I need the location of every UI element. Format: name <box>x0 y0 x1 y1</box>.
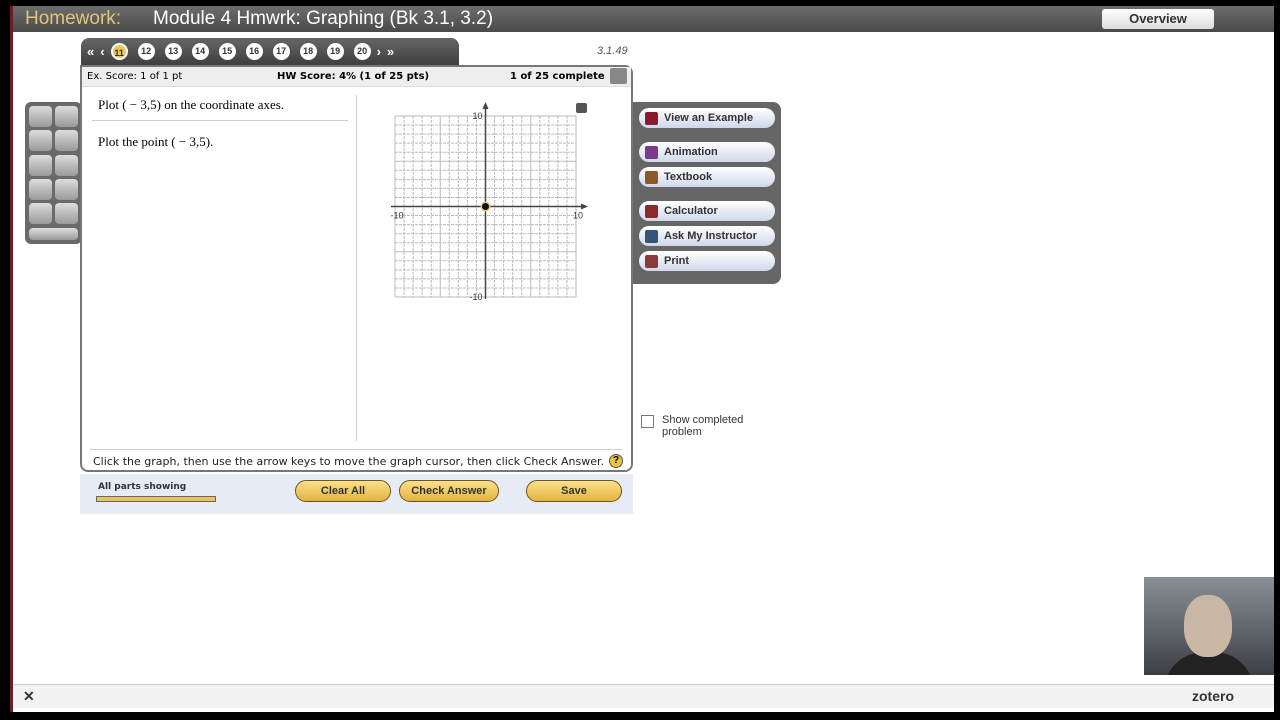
tool-button[interactable] <box>29 203 52 225</box>
tool-print-button[interactable]: Print <box>639 251 775 271</box>
coordinate-graph[interactable]: -10 10 10 -10 <box>380 96 595 301</box>
animation-icon <box>645 145 658 159</box>
clear-all-button[interactable]: Clear All <box>295 480 391 502</box>
tool-ask-my-instructor-button[interactable]: Ask My Instructor <box>639 226 775 246</box>
presenter-face <box>1184 595 1232 657</box>
title-bar: Homework: Module 4 Hmwrk: Graphing (Bk 3… <box>13 6 1274 32</box>
question-19-button[interactable]: 19 <box>326 43 344 60</box>
tool-label: Ask My Instructor <box>664 230 757 242</box>
score-bar: Ex. Score: 1 of 1 pt HW Score: 4% (1 of … <box>82 67 631 87</box>
tools-panel: View an Example Animation Textbook Calculat… <box>633 102 781 284</box>
y-axis-arrow <box>482 102 489 109</box>
tool-button[interactable] <box>29 154 52 176</box>
next-question-button[interactable]: › <box>377 44 381 59</box>
tool-button[interactable] <box>29 106 52 127</box>
tool-label: View an Example <box>664 112 754 124</box>
graph-cursor-point <box>482 203 489 210</box>
tool-button[interactable] <box>55 154 78 176</box>
last-question-button[interactable]: » <box>387 44 394 59</box>
close-icon[interactable]: ✕ <box>23 688 35 705</box>
section-label: Homework: <box>25 8 122 29</box>
question-15-button[interactable]: 15 <box>218 43 236 60</box>
left-toolbar <box>25 102 82 244</box>
webcam-video <box>1144 577 1274 675</box>
tool-button[interactable] <box>55 106 78 127</box>
question-11-button[interactable]: 11 <box>110 43 128 60</box>
browser-page: Homework: Module 4 Hmwrk: Graphing (Bk 3… <box>10 6 1274 712</box>
parts-progress-bar <box>96 496 216 502</box>
axis-label-xmin: -10 <box>390 211 403 221</box>
tool-textbook-button[interactable]: Textbook <box>639 167 775 187</box>
assignment-title: Module 4 Hmwrk: Graphing (Bk 3.1, 3.2) <box>153 8 494 29</box>
tool-label: Textbook <box>664 171 713 183</box>
tool-calculator-button[interactable]: Calculator <box>639 201 775 221</box>
show-completed-checkbox[interactable] <box>641 415 654 428</box>
axis-label-ymax: 10 <box>472 111 482 121</box>
question-17-button[interactable]: 17 <box>272 43 290 60</box>
tool-button[interactable] <box>55 178 78 200</box>
tool-animation-button[interactable]: Animation <box>639 142 775 162</box>
tool-label: Print <box>664 255 690 267</box>
prev-question-button[interactable]: ‹ <box>100 44 104 59</box>
textbook-icon <box>645 170 658 184</box>
section-number: 3.1.49 <box>597 45 628 57</box>
check-answer-button[interactable]: Check Answer <box>399 480 499 502</box>
zotero-logo[interactable]: zotero <box>1192 688 1234 704</box>
x-axis-arrow <box>581 203 588 210</box>
action-bar: All parts showing Clear All Check Answer… <box>80 474 633 514</box>
overview-button[interactable]: Overview <box>1102 9 1214 29</box>
help-text: Click the graph, then use the arrow keys… <box>93 455 604 468</box>
divider <box>356 95 357 441</box>
show-completed-label: Show completed problem <box>662 414 744 438</box>
question-12-button[interactable]: 12 <box>137 43 155 60</box>
tool-button[interactable] <box>29 130 52 152</box>
ask-my-instructor-icon <box>645 229 658 243</box>
tool-label: Calculator <box>664 205 718 217</box>
save-button[interactable]: Save <box>526 480 622 502</box>
tool-button[interactable] <box>55 130 78 152</box>
completion-count: 1 of 25 complete <box>510 71 605 82</box>
first-question-button[interactable]: « <box>87 44 94 59</box>
help-icon[interactable]: ? <box>609 454 623 468</box>
exercise-score: Ex. Score: 1 of 1 pt <box>87 71 183 82</box>
axis-label-ymin: -10 <box>469 292 482 301</box>
tool-button[interactable] <box>29 178 52 200</box>
divider <box>92 120 348 121</box>
question-13-button[interactable]: 13 <box>164 43 182 60</box>
question-14-button[interactable]: 14 <box>191 43 209 60</box>
homework-score: HW Score: 4% (1 of 25 pts) <box>277 71 430 82</box>
question-18-button[interactable]: 18 <box>299 43 317 60</box>
zoom-icon[interactable] <box>576 103 587 113</box>
print-icon <box>645 254 658 268</box>
divider <box>90 449 622 450</box>
question-nav: « ‹ 11 12 13 14 15 16 17 18 19 20 › » <box>81 38 459 65</box>
view-an-example-icon <box>645 111 658 125</box>
question-prompt: Plot ( − 3,5) on the coordinate axes. <box>98 97 285 112</box>
show-completed-toggle[interactable]: Show completed problem <box>641 414 757 438</box>
more-tools-button[interactable] <box>29 227 78 240</box>
tool-view-an-example-button[interactable]: View an Example <box>639 108 775 128</box>
tool-label: Animation <box>664 146 718 158</box>
question-20-button[interactable]: 20 <box>353 43 371 60</box>
axis-label-xmax: 10 <box>573 211 583 221</box>
expand-icon[interactable] <box>610 68 627 84</box>
calculator-icon <box>645 204 658 218</box>
question-16-button[interactable]: 16 <box>245 43 263 60</box>
tool-button[interactable] <box>55 203 78 225</box>
zotero-bar: ✕ zotero <box>13 684 1274 708</box>
parts-status: All parts showing <box>98 482 187 492</box>
question-instruction: Plot the point ( − 3,5). <box>98 134 214 149</box>
